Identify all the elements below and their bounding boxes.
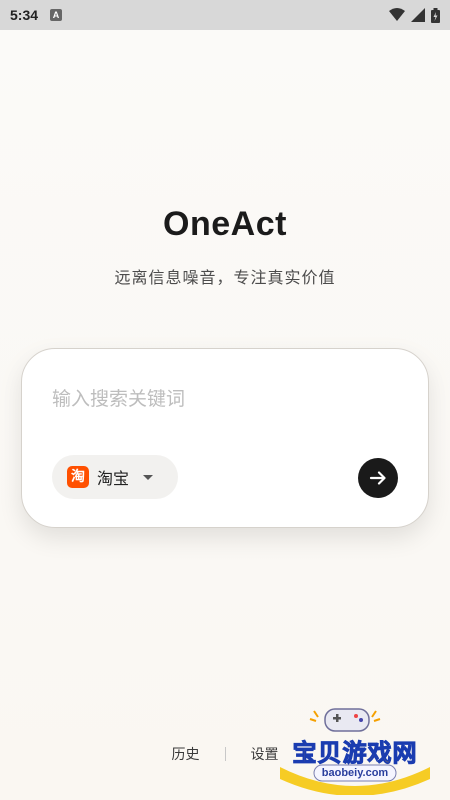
- app-title: OneAct: [163, 205, 287, 243]
- watermark-logo: 宝贝游戏网 baobeiy.com: [270, 705, 440, 796]
- app-subtitle: 远离信息噪音，专注真实价值: [114, 268, 336, 287]
- caret-down-icon: [143, 474, 154, 480]
- source-label: 淘宝: [97, 469, 130, 488]
- search-submit-button[interactable]: [358, 458, 398, 498]
- nav-divider: [224, 747, 226, 761]
- gamepad-icon: [309, 708, 381, 732]
- status-time: 5:34: [10, 7, 39, 23]
- search-input[interactable]: [52, 383, 352, 415]
- watermark-text: 宝贝游戏网: [292, 739, 418, 768]
- watermark-url: baobeiy.com: [321, 767, 389, 779]
- source-selector[interactable]: 淘 淘宝: [52, 455, 178, 499]
- a-icon: A: [50, 9, 63, 21]
- taobao-icon: 淘: [67, 466, 89, 488]
- battery-icon: [431, 7, 440, 23]
- history-link[interactable]: 历史: [172, 744, 200, 764]
- arrow-right-icon: [369, 471, 386, 485]
- wifi-icon: [389, 8, 405, 21]
- signal-icon: [411, 8, 425, 22]
- search-card: 淘 淘宝: [21, 348, 429, 528]
- status-icons: [389, 7, 440, 23]
- status-bar: 5:34 A: [0, 0, 450, 30]
